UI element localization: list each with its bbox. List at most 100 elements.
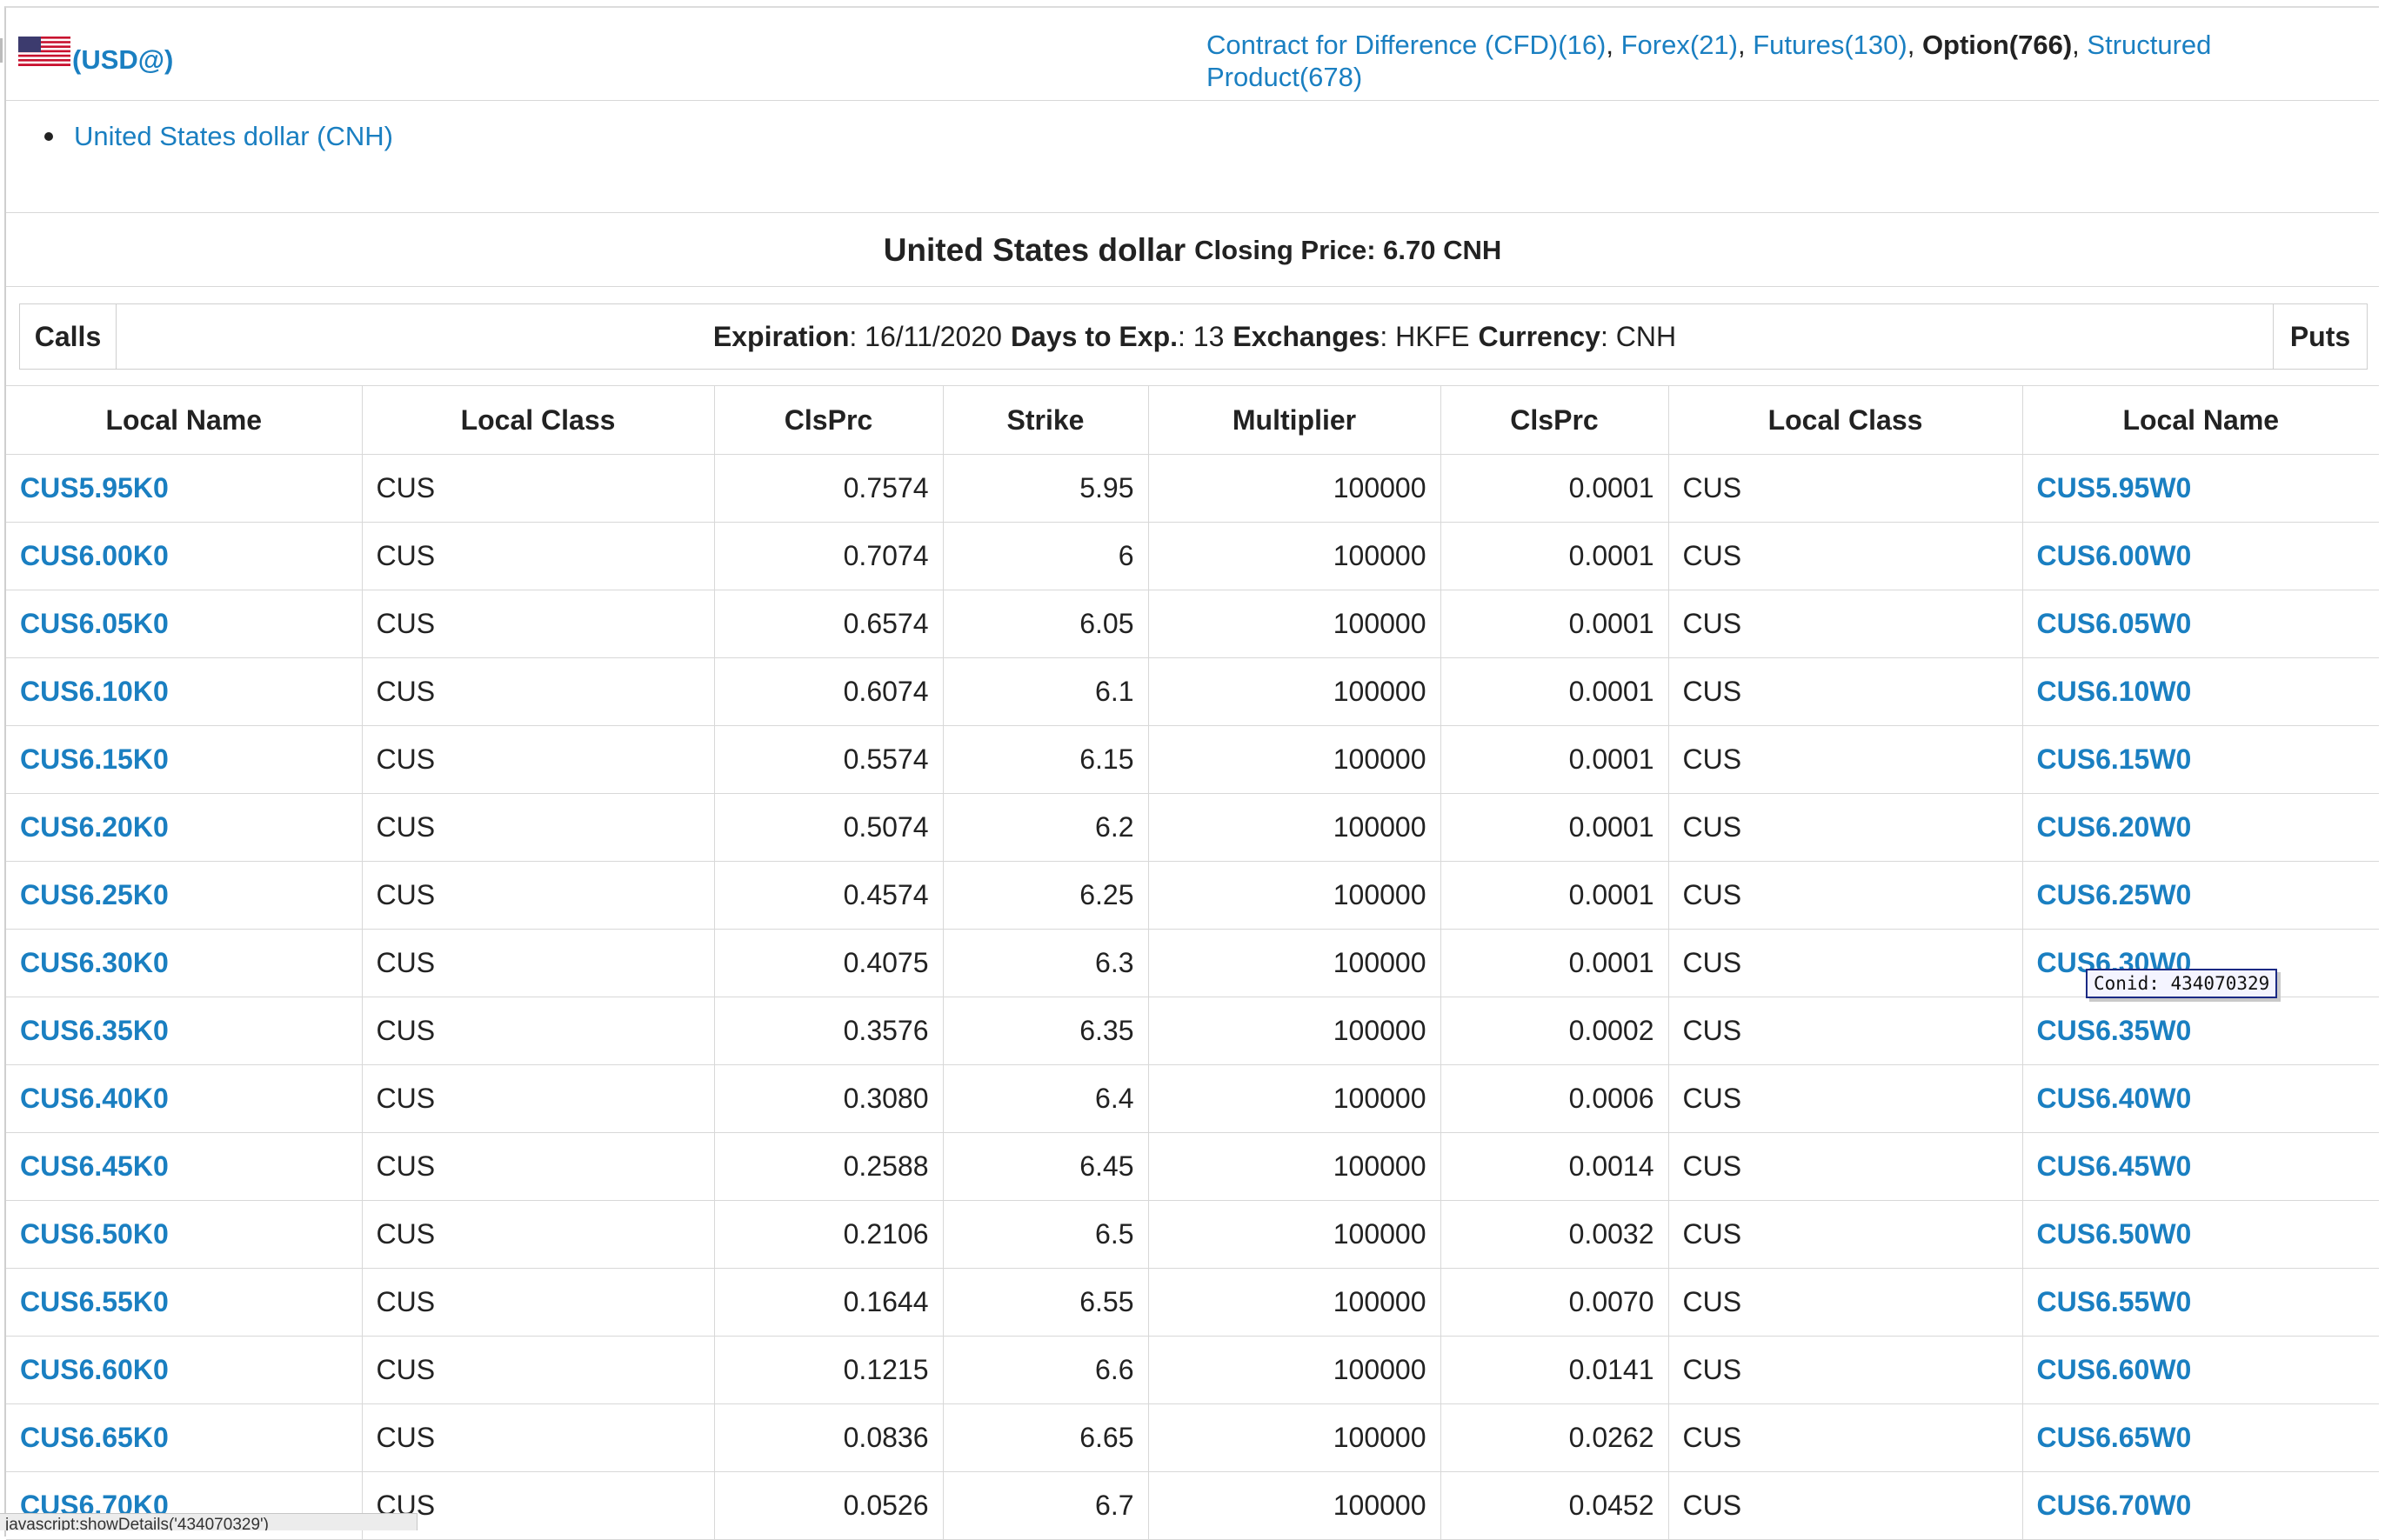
call-local-name-link[interactable]: CUS6.55K0 bbox=[20, 1286, 169, 1317]
put-local-name-link[interactable]: CUS6.25W0 bbox=[2037, 879, 2192, 910]
col-header-put-close-price[interactable]: ClsPrc bbox=[1440, 385, 1668, 455]
put-local-name-link[interactable]: CUS6.05W0 bbox=[2037, 608, 2192, 639]
call-local-name-link[interactable]: CUS6.25K0 bbox=[20, 879, 169, 910]
put-local-name-link[interactable]: CUS6.20W0 bbox=[2037, 811, 2192, 843]
call-local-name-cell: CUS6.65K0 bbox=[6, 1403, 362, 1472]
put-close-price-cell: 0.0001 bbox=[1440, 454, 1668, 523]
call-local-name-link[interactable]: CUS6.50K0 bbox=[20, 1218, 169, 1250]
exchanges-label: Exchanges bbox=[1233, 320, 1380, 352]
put-local-name-link[interactable]: CUS6.40W0 bbox=[2037, 1083, 2192, 1114]
put-local-name-cell: CUS6.40W0 bbox=[2021, 1064, 2379, 1133]
table-row: CUS6.30K0 CUS 0.4075 6.3 100000 0.0001 CUS CUS6… bbox=[6, 929, 2379, 997]
put-local-name-cell: CUS6.60W0 bbox=[2021, 1336, 2379, 1404]
call-close-price-cell: 0.4574 bbox=[713, 861, 943, 930]
multiplier-cell: 100000 bbox=[1147, 861, 1440, 930]
call-local-name-link[interactable]: CUS6.65K0 bbox=[20, 1422, 169, 1453]
puts-label: Puts bbox=[2273, 304, 2367, 369]
put-local-name-link[interactable]: CUS6.50W0 bbox=[2037, 1218, 2192, 1250]
call-local-name-link[interactable]: CUS6.15K0 bbox=[20, 743, 169, 775]
put-local-name-link[interactable]: CUS6.60W0 bbox=[2037, 1354, 2192, 1385]
call-local-name-cell: CUS6.15K0 bbox=[6, 725, 362, 794]
multiplier-cell: 100000 bbox=[1147, 997, 1440, 1065]
put-local-name-cell: CUS6.15W0 bbox=[2021, 725, 2379, 794]
call-local-class-cell: CUS bbox=[361, 1403, 714, 1472]
strike-price-cell: 6.25 bbox=[942, 861, 1148, 930]
put-local-class-cell: CUS bbox=[1667, 657, 2022, 726]
call-local-name-link[interactable]: CUS6.10K0 bbox=[20, 676, 169, 707]
put-local-name-link[interactable]: CUS5.95W0 bbox=[2037, 472, 2192, 503]
call-local-name-cell: CUS6.05K0 bbox=[6, 590, 362, 658]
col-header-put-local-name[interactable]: Local Name bbox=[2021, 385, 2379, 455]
strike-price-cell: 6.3 bbox=[942, 929, 1148, 997]
put-local-name-link[interactable]: CUS6.45W0 bbox=[2037, 1150, 2192, 1182]
symbol-link[interactable]: (USD@) bbox=[72, 44, 173, 76]
put-local-name-link[interactable]: CUS6.00W0 bbox=[2037, 540, 2192, 571]
call-close-price-cell: 0.3080 bbox=[713, 1064, 943, 1133]
col-header-call-local-name[interactable]: Local Name bbox=[6, 385, 362, 455]
call-local-name-cell: CUS6.25K0 bbox=[6, 861, 362, 930]
call-close-price-cell: 0.7574 bbox=[713, 454, 943, 523]
put-local-name-link[interactable]: CUS6.65W0 bbox=[2037, 1422, 2192, 1453]
type-link-cfd[interactable]: Contract for Difference (CFD)(16) bbox=[1206, 30, 1606, 60]
call-local-name-link[interactable]: CUS6.45K0 bbox=[20, 1150, 169, 1182]
table-row: CUS6.25K0 CUS 0.4574 6.25 100000 0.0001 CUS CUS… bbox=[6, 861, 2379, 930]
put-local-name-link[interactable]: CUS6.35W0 bbox=[2037, 1015, 2192, 1046]
col-header-call-close-price[interactable]: ClsPrc bbox=[713, 385, 943, 455]
call-local-name-link[interactable]: CUS6.05K0 bbox=[20, 608, 169, 639]
put-local-name-link[interactable]: CUS6.15W0 bbox=[2037, 743, 2192, 775]
call-local-name-link[interactable]: CUS5.95K0 bbox=[20, 472, 169, 503]
put-local-class-cell: CUS bbox=[1667, 522, 2022, 590]
call-local-name-cell: CUS6.45K0 bbox=[6, 1132, 362, 1201]
put-local-class-cell: CUS bbox=[1667, 1403, 2022, 1472]
put-local-name-link[interactable]: CUS6.70W0 bbox=[2037, 1490, 2192, 1521]
expiration-bar: Calls Expiration : 16/11/2020 Days to Ex… bbox=[19, 303, 2368, 370]
type-link-forex[interactable]: Forex(21) bbox=[1621, 30, 1738, 60]
call-close-price-cell: 0.4075 bbox=[713, 929, 943, 997]
call-close-price-cell: 0.1644 bbox=[713, 1268, 943, 1337]
col-header-strike[interactable]: Strike bbox=[942, 385, 1148, 455]
call-local-class-cell: CUS bbox=[361, 1268, 714, 1337]
put-close-price-cell: 0.0001 bbox=[1440, 590, 1668, 658]
underlying-title: United States dollar Closing Price: 6.70… bbox=[6, 214, 2379, 287]
put-local-name-link[interactable]: CUS6.55W0 bbox=[2037, 1286, 2192, 1317]
strike-price-cell: 6.4 bbox=[942, 1064, 1148, 1133]
put-local-name-cell: CUS6.35W0 bbox=[2021, 997, 2379, 1065]
type-link-futures[interactable]: Futures(130) bbox=[1753, 30, 1907, 60]
call-local-name-link[interactable]: CUS6.60K0 bbox=[20, 1354, 169, 1385]
call-local-class-cell: CUS bbox=[361, 1064, 714, 1133]
put-close-price-cell: 0.0001 bbox=[1440, 793, 1668, 862]
table-row: CUS6.55K0 CUS 0.1644 6.55 100000 0.0070 CUS CUS… bbox=[6, 1268, 2379, 1337]
strike-price-cell: 6.1 bbox=[942, 657, 1148, 726]
call-local-class-cell: CUS bbox=[361, 454, 714, 523]
strike-price-cell: 6.45 bbox=[942, 1132, 1148, 1201]
call-close-price-cell: 0.6074 bbox=[713, 657, 943, 726]
strike-price-cell: 6.05 bbox=[942, 590, 1148, 658]
put-local-name-link[interactable]: CUS6.10W0 bbox=[2037, 676, 2192, 707]
col-header-put-local-class[interactable]: Local Class bbox=[1667, 385, 2022, 455]
table-row: CUS6.45K0 CUS 0.2588 6.45 100000 0.0014 CUS CUS… bbox=[6, 1132, 2379, 1201]
multiplier-cell: 100000 bbox=[1147, 657, 1440, 726]
call-local-class-cell: CUS bbox=[361, 1132, 714, 1201]
put-local-class-cell: CUS bbox=[1667, 1336, 2022, 1404]
put-close-price-cell: 0.0262 bbox=[1440, 1403, 1668, 1472]
resize-grip[interactable] bbox=[0, 38, 3, 63]
call-close-price-cell: 0.2106 bbox=[713, 1200, 943, 1269]
put-local-class-cell: CUS bbox=[1667, 590, 2022, 658]
call-local-name-cell: CUS6.40K0 bbox=[6, 1064, 362, 1133]
put-local-class-cell: CUS bbox=[1667, 1268, 2022, 1337]
call-local-name-link[interactable]: CUS6.40K0 bbox=[20, 1083, 169, 1114]
call-local-name-link[interactable]: CUS6.30K0 bbox=[20, 947, 169, 978]
col-header-call-local-class[interactable]: Local Class bbox=[361, 385, 714, 455]
strike-price-cell: 6.6 bbox=[942, 1336, 1148, 1404]
col-header-multiplier[interactable]: Multiplier bbox=[1147, 385, 1440, 455]
call-local-class-cell: CUS bbox=[361, 522, 714, 590]
call-local-name-cell: CUS6.55K0 bbox=[6, 1268, 362, 1337]
multiplier-cell: 100000 bbox=[1147, 1268, 1440, 1337]
call-local-name-link[interactable]: CUS6.20K0 bbox=[20, 811, 169, 843]
put-close-price-cell: 0.0002 bbox=[1440, 997, 1668, 1065]
closing-price: Closing Price: 6.70 CNH bbox=[1194, 234, 1502, 265]
underlying-link[interactable]: United States dollar (CNH) bbox=[74, 121, 393, 152]
call-local-name-link[interactable]: CUS6.00K0 bbox=[20, 540, 169, 571]
call-local-name-link[interactable]: CUS6.35K0 bbox=[20, 1015, 169, 1046]
currency-value: : CNH bbox=[1600, 320, 1677, 352]
